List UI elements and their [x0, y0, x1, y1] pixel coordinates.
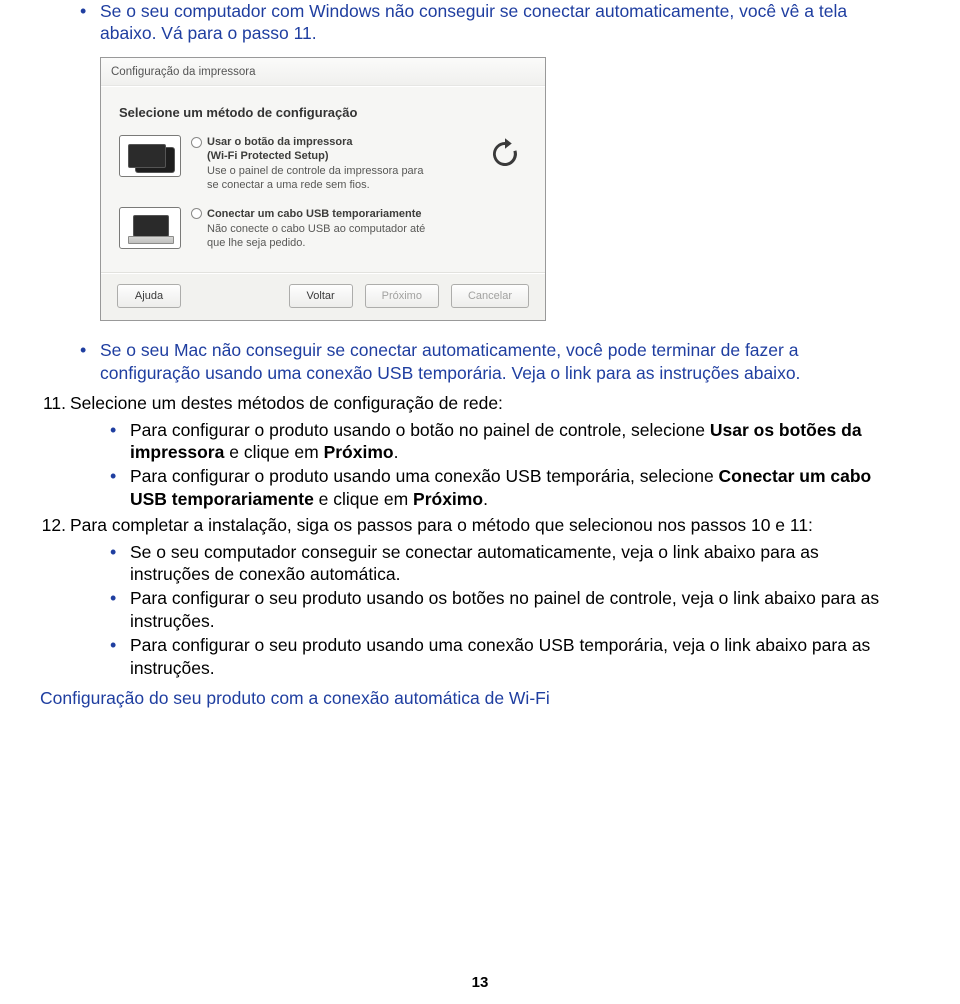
bullet-text: Se o seu computador com Windows não cons…	[100, 1, 847, 43]
bullet-item: Se o seu computador com Windows não cons…	[80, 0, 903, 45]
text-mid: e clique em	[314, 489, 413, 509]
printer-config-dialog: Configuração da impressora Selecione um …	[100, 57, 546, 322]
bullet-list-top: Se o seu computador com Windows não cons…	[80, 0, 903, 45]
step-number: 12.	[40, 514, 66, 536]
text-pre: Para configurar o produto usando o botão…	[130, 420, 710, 440]
laptop-icon	[119, 207, 181, 249]
option-subtitle: (Wi-Fi Protected Setup)	[207, 149, 527, 163]
bullet-list-mac: Se o seu Mac não conseguir se conectar a…	[80, 339, 903, 384]
back-button[interactable]: Voltar	[289, 284, 353, 308]
bullet-item: Se o seu Mac não conseguir se conectar a…	[80, 339, 903, 384]
dialog-button-bar: Ajuda Voltar Próximo Cancelar	[101, 273, 545, 320]
text-post: .	[483, 489, 488, 509]
option-title: Conectar um cabo USB temporariamente	[207, 208, 422, 220]
dialog-titlebar: Configuração da impressora	[101, 58, 545, 86]
text-mid: e clique em	[224, 442, 323, 462]
dialog-heading: Selecione um método de configuração	[119, 105, 527, 122]
option-text: Usar o botão da impressora (Wi-Fi Protec…	[191, 135, 527, 193]
text-pre: Para configurar o produto usando uma con…	[130, 466, 719, 486]
page-number: 13	[0, 973, 960, 992]
step-text: Selecione um destes métodos de configura…	[70, 393, 503, 413]
help-button[interactable]: Ajuda	[117, 284, 181, 308]
embedded-screenshot: Configuração da impressora Selecione um …	[100, 57, 903, 322]
monitors-icon	[119, 135, 181, 177]
list-item: Para configurar o seu produto usando os …	[110, 587, 903, 632]
text-post: .	[394, 442, 399, 462]
refresh-icon	[487, 136, 523, 172]
text: Para configurar o seu produto usando uma…	[130, 635, 870, 677]
dialog-body: Selecione um método de configuração Usar…	[101, 86, 545, 274]
step-11-sublist: Para configurar o produto usando o botão…	[110, 419, 903, 511]
text-bold2: Próximo	[324, 442, 394, 462]
step-list: 11. Selecione um destes métodos de confi…	[40, 392, 903, 679]
step-12-sublist: Se o seu computador conseguir se conecta…	[110, 541, 903, 679]
option-desc: Use o painel de controle da impressora p…	[207, 165, 437, 193]
option-wps[interactable]: Usar o botão da impressora (Wi-Fi Protec…	[119, 135, 527, 193]
step-text: Para completar a instalação, siga os pas…	[70, 515, 813, 535]
option-desc: Não conecte o cabo USB ao computador até…	[207, 223, 437, 251]
option-usb[interactable]: Conectar um cabo USB temporariamente Não…	[119, 207, 527, 251]
text: Para configurar o seu produto usando os …	[130, 588, 879, 630]
radio-icon[interactable]	[191, 208, 202, 219]
list-item: Se o seu computador conseguir se conecta…	[110, 541, 903, 586]
list-item: Para configurar o produto usando o botão…	[110, 419, 903, 464]
option-text: Conectar um cabo USB temporariamente Não…	[191, 207, 527, 251]
step-11: 11. Selecione um destes métodos de confi…	[40, 392, 903, 510]
text: Se o seu computador conseguir se conecta…	[130, 542, 819, 584]
step-12: 12. Para completar a instalação, siga os…	[40, 514, 903, 679]
text-bold2: Próximo	[413, 489, 483, 509]
bullet-text: Se o seu Mac não conseguir se conectar a…	[100, 340, 800, 382]
wifi-auto-config-link[interactable]: Configuração do seu produto com a conexã…	[40, 687, 903, 709]
option-title: Usar o botão da impressora	[207, 136, 353, 148]
next-button[interactable]: Próximo	[365, 284, 439, 308]
step-number: 11.	[40, 392, 66, 414]
list-item: Para configurar o seu produto usando uma…	[110, 634, 903, 679]
radio-icon[interactable]	[191, 137, 202, 148]
cancel-button[interactable]: Cancelar	[451, 284, 529, 308]
list-item: Para configurar o produto usando uma con…	[110, 465, 903, 510]
